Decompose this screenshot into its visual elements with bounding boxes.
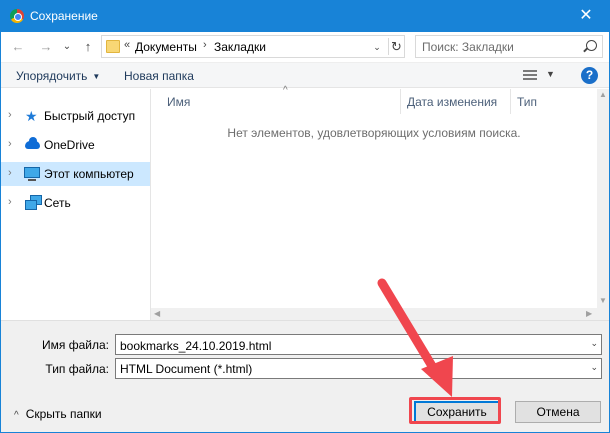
chevron-right-icon[interactable]: › xyxy=(8,109,12,121)
sort-ascending-icon: ^ xyxy=(283,85,288,96)
file-list[interactable]: Имя ^ Дата изменения Тип Нет элементов, … xyxy=(151,85,597,308)
address-dropdown-icon[interactable]: ⌄ xyxy=(370,39,384,55)
filetype-select[interactable]: HTML Document (*.html) ⌄ xyxy=(115,358,602,379)
recent-locations-icon[interactable]: ⌄ xyxy=(61,38,73,56)
filename-input[interactable] xyxy=(120,338,580,353)
search-icon[interactable] xyxy=(586,40,597,51)
chevron-down-icon[interactable]: ⌄ xyxy=(590,338,598,349)
cancel-button[interactable]: Отмена xyxy=(515,401,601,423)
chevron-right-icon[interactable]: › xyxy=(8,138,12,150)
network-icon xyxy=(25,195,42,210)
navigation-pane: › ★ Быстрый доступ › OneDrive › Этот ком… xyxy=(1,89,150,320)
cloud-icon xyxy=(25,137,40,149)
close-button[interactable]: ✕ xyxy=(563,1,609,32)
tree-item-label: OneDrive xyxy=(44,138,95,152)
star-icon: ★ xyxy=(25,108,38,124)
up-arrow-icon[interactable]: ↑ xyxy=(79,38,97,56)
column-header-type[interactable]: Тип xyxy=(511,89,597,114)
filetype-value: HTML Document (*.html) xyxy=(120,362,253,376)
back-arrow-icon[interactable]: ← xyxy=(9,38,27,56)
tree-item-label: Этот компьютер xyxy=(44,167,134,181)
organize-menu[interactable]: Упорядочить ▼ xyxy=(16,69,100,83)
save-dialog: Сохранение ✕ ← → ⌄ ↑ « Документы › Закла… xyxy=(0,0,610,433)
tree-item-this-pc[interactable]: › Этот компьютер xyxy=(1,162,150,186)
view-options-icon[interactable] xyxy=(523,70,537,82)
annotation-highlight-box xyxy=(409,397,501,424)
view-dropdown-icon[interactable]: ▼ xyxy=(546,69,555,79)
hide-folders-button[interactable]: ^ Скрыть папки xyxy=(14,407,102,421)
tree-item-label: Сеть xyxy=(44,196,71,210)
organize-label: Упорядочить xyxy=(16,69,88,83)
search-box[interactable] xyxy=(415,35,603,58)
tree-item-quick-access[interactable]: › ★ Быстрый доступ xyxy=(1,104,150,128)
save-form: Имя файла: ⌄ Тип файла: HTML Document (*… xyxy=(1,320,609,432)
breadcrumb-bookmarks[interactable]: Закладки xyxy=(214,40,266,54)
address-bar[interactable]: « Документы › Закладки ⌄ ↻ xyxy=(101,35,405,58)
column-header-date[interactable]: Дата изменения xyxy=(401,89,511,114)
navigation-row: ← → ⌄ ↑ « Документы › Закладки ⌄ ↻ xyxy=(1,32,609,62)
column-header-label: Имя xyxy=(167,95,191,109)
address-overflow[interactable]: « xyxy=(124,39,130,51)
folder-icon xyxy=(106,40,120,53)
help-icon[interactable]: ? xyxy=(581,67,598,84)
chevron-down-icon: ▼ xyxy=(92,72,101,81)
scroll-left-icon[interactable]: ◀ xyxy=(154,308,160,320)
chevron-right-icon[interactable]: › xyxy=(8,167,12,179)
filename-field[interactable]: ⌄ xyxy=(115,334,602,355)
chrome-icon xyxy=(10,9,24,23)
command-bar: Упорядочить ▼ Новая папка ▼ ? xyxy=(1,62,609,88)
chevron-up-icon: ^ xyxy=(14,410,19,421)
chevron-right-icon[interactable]: › xyxy=(8,196,12,208)
hide-folders-label: Скрыть папки xyxy=(25,407,102,421)
horizontal-scrollbar[interactable]: ◀ ▶ xyxy=(151,308,597,320)
forward-arrow-icon[interactable]: → xyxy=(37,38,55,56)
window-title: Сохранение xyxy=(30,9,98,23)
chevron-down-icon[interactable]: ⌄ xyxy=(590,362,598,373)
column-header-name[interactable]: Имя ^ xyxy=(161,85,401,114)
search-input[interactable] xyxy=(422,39,572,54)
empty-message: Нет элементов, удовлетворяющих условиям … xyxy=(227,126,521,140)
breadcrumb-separator-icon[interactable]: › xyxy=(203,39,207,51)
filetype-label: Тип файла: xyxy=(45,362,109,376)
new-folder-button[interactable]: Новая папка xyxy=(124,69,194,83)
scroll-up-icon[interactable]: ▲ xyxy=(597,90,609,99)
computer-icon xyxy=(24,167,40,181)
tree-item-onedrive[interactable]: › OneDrive xyxy=(1,133,150,157)
scroll-right-icon[interactable]: ▶ xyxy=(586,308,592,320)
title-bar: Сохранение ✕ xyxy=(1,1,609,32)
breadcrumb-documents[interactable]: Документы xyxy=(135,40,197,54)
scroll-down-icon[interactable]: ▼ xyxy=(597,296,609,305)
vertical-scrollbar[interactable]: ▲ ▼ xyxy=(597,89,609,320)
filename-label: Имя файла: xyxy=(42,338,109,352)
tree-item-label: Быстрый доступ xyxy=(44,109,136,123)
refresh-icon[interactable]: ↻ xyxy=(388,38,404,55)
tree-item-network[interactable]: › Сеть xyxy=(1,191,150,215)
